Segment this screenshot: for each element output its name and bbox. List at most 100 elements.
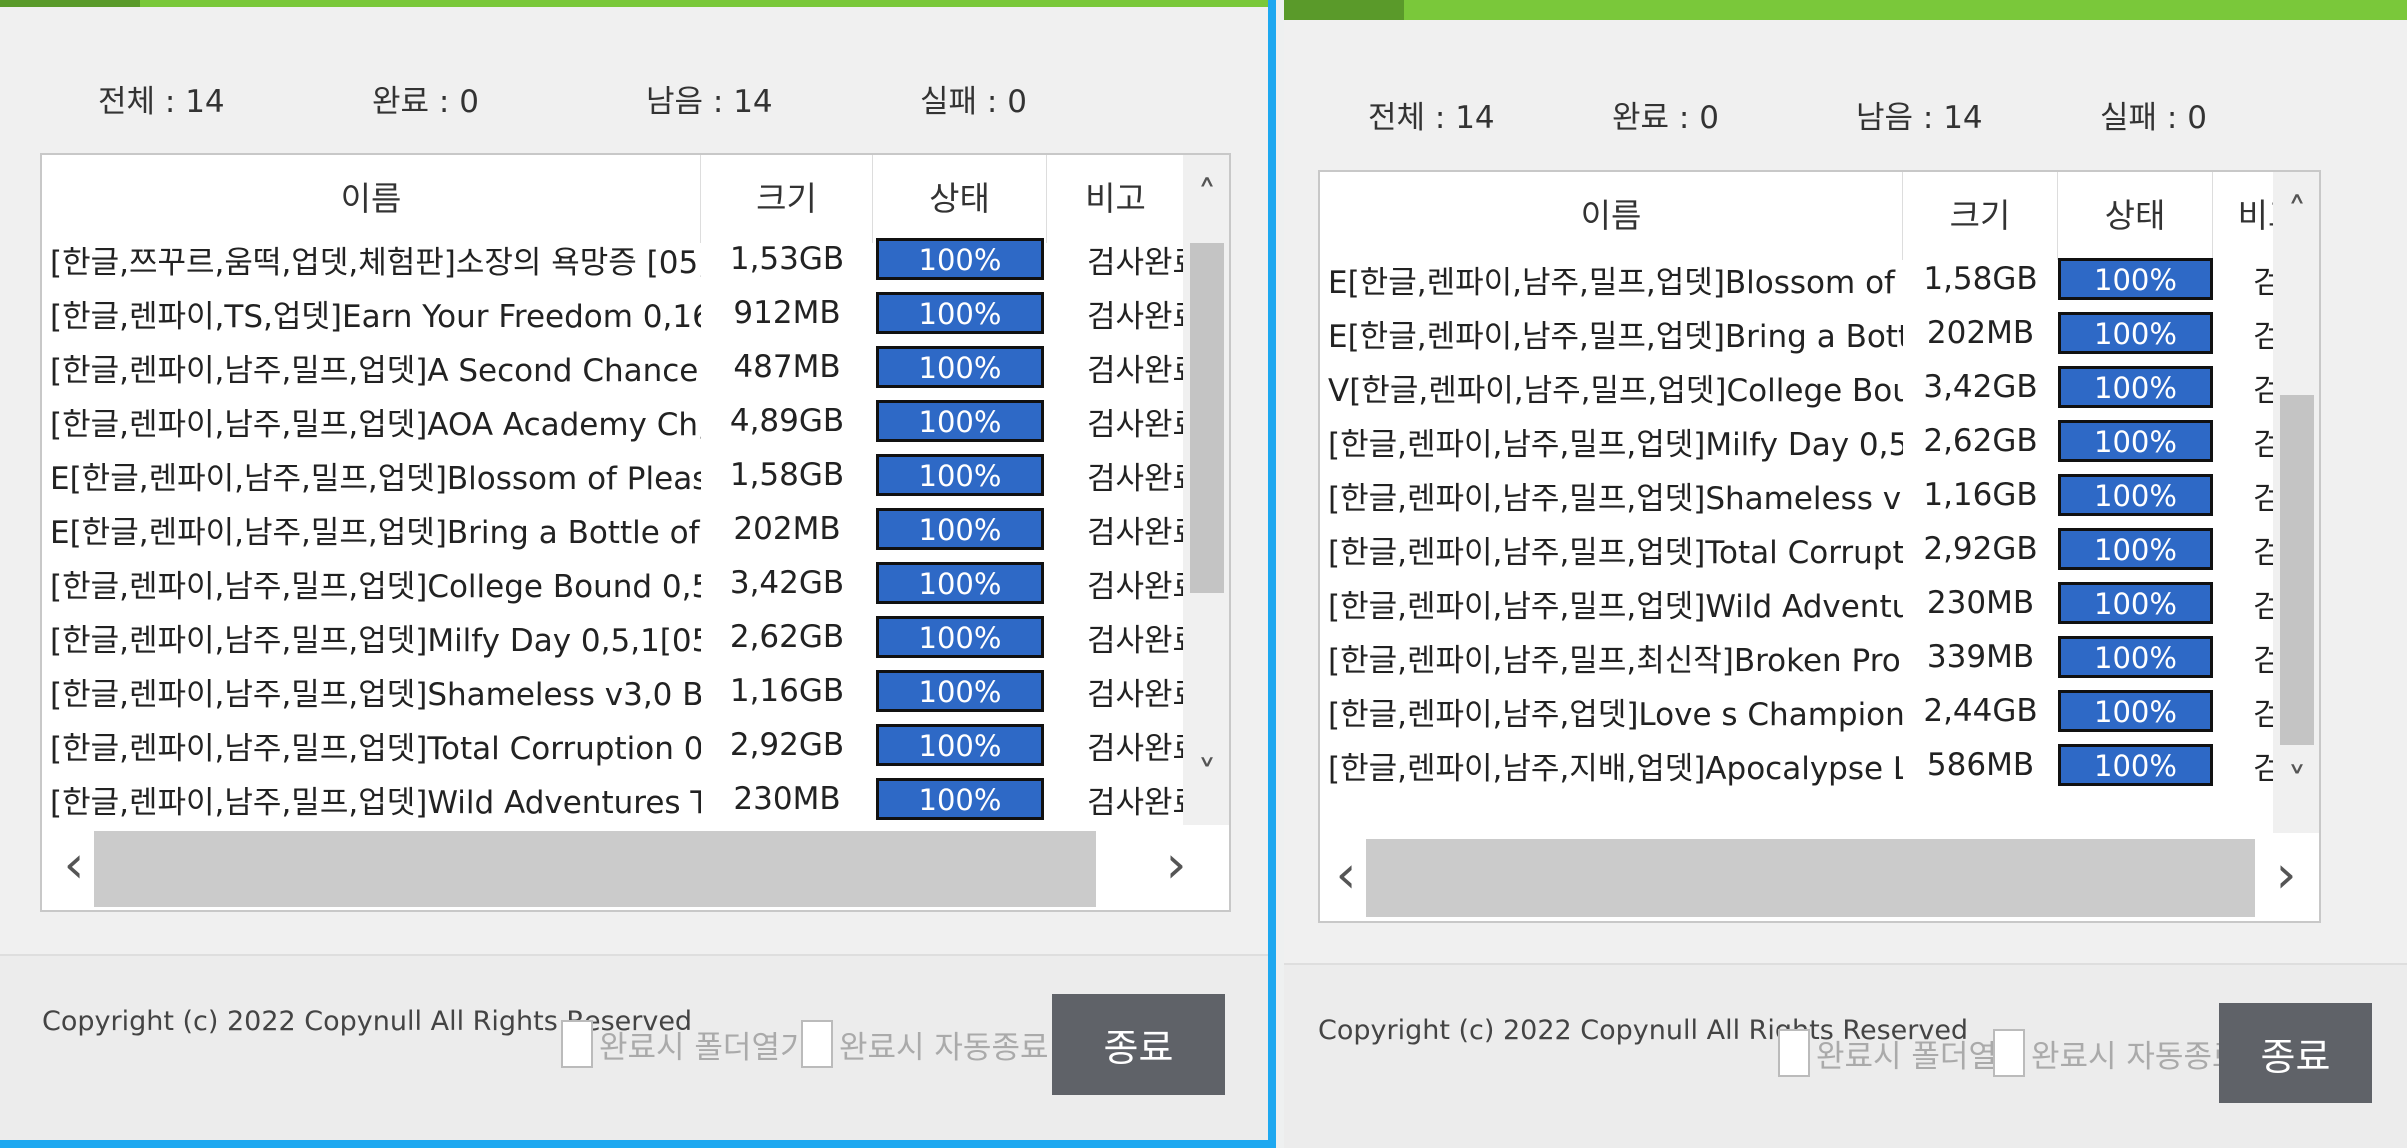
cell-name: [한글,렌파이,남주,밀프,업뎃]Total Corruption 0,12[0… xyxy=(50,730,701,767)
table-row[interactable]: [한글,렌파이,남주,밀프,업뎃]Wild Adventures The Seq… xyxy=(42,772,1184,826)
table-row[interactable]: [한글,렌파이,남주,밀프,업뎃]A Second Chance 0,3[05,… xyxy=(42,340,1184,394)
table-row[interactable]: E[한글,렌파이,남주,밀프,업뎃]Bring a Bottle of Wine… xyxy=(1320,306,2319,360)
cell-name: E[한글,렌파이,남주,밀프,업뎃]Blossom of Pleasure 0,… xyxy=(50,460,701,497)
cell-status: 100% xyxy=(2058,312,2213,354)
cell-status: 100% xyxy=(873,346,1047,388)
horizontal-scrollbar[interactable]: ‹ › xyxy=(1320,833,2319,921)
cell-size: 3,42GB xyxy=(729,565,845,601)
cell-size: 3,42GB xyxy=(1923,369,2038,405)
cell-note: 검사완료 xyxy=(1087,676,1184,713)
checkbox-box[interactable] xyxy=(1778,1029,1810,1077)
vertical-scrollbar[interactable]: ˄ ˅ xyxy=(1183,155,1229,825)
table-row[interactable]: E[한글,렌파이,남주,밀프,업뎃]Blossom of Pleasure 0,… xyxy=(42,448,1184,502)
scroll-left-icon[interactable]: ‹ xyxy=(50,835,98,895)
table-row[interactable]: V[한글,렌파이,남주,밀프,업뎃]College Bound 0,5,14[0… xyxy=(1320,360,2319,414)
cell-size: 2,62GB xyxy=(729,619,845,655)
col-status-header[interactable]: 상태 xyxy=(2058,172,2213,260)
title-bar[interactable] xyxy=(1284,0,2407,20)
scroll-down-icon[interactable]: ˅ xyxy=(2273,760,2319,804)
table-row[interactable]: [한글,쯔꾸르,움떡,업뎃,체험판]소장의 욕망증 [05,16],zip,ez… xyxy=(42,232,1184,286)
progress-bar: 100% xyxy=(876,616,1044,658)
checkbox-box[interactable] xyxy=(561,1020,593,1068)
auto-exit-checkbox[interactable]: 완료시 자동종료 xyxy=(1993,1029,2241,1077)
rows: E[한글,렌파이,남주,밀프,업뎃]Blossom of Pleasure 0,… xyxy=(1320,252,2319,792)
open-folder-checkbox[interactable]: 완료시 폴더열기 xyxy=(1778,1029,2026,1077)
vertical-scroll-thumb[interactable] xyxy=(1190,243,1224,593)
table-row[interactable]: [한글,렌파이,남주,밀프,업뎃]Milfy Day 0,5,1[05,16][… xyxy=(42,610,1184,664)
col-status-header[interactable]: 상태 xyxy=(873,155,1047,243)
exit-button[interactable]: 종료 xyxy=(1052,994,1225,1095)
progress-bar: 100% xyxy=(876,238,1044,280)
horizontal-scroll-thumb[interactable] xyxy=(94,831,1096,907)
cell-size: 202MB xyxy=(733,511,841,547)
stat-failed: 실패 : 0 xyxy=(2100,100,2207,136)
vertical-scrollbar[interactable]: ˄ ˅ xyxy=(2273,172,2319,833)
cell-status: 100% xyxy=(2058,366,2213,408)
col-name-header[interactable]: 이름 xyxy=(42,155,701,243)
table-row[interactable]: [한글,렌파이,남주,밀프,업뎃]Shameless v3,0 Beta 2[0… xyxy=(1320,468,2319,522)
left-window: 전체 : 14 완료 : 0 남음 : 14 실패 : 0 이름 크기 상태 비… xyxy=(0,0,1276,1148)
cell-status: 100% xyxy=(2058,474,2213,516)
exit-button[interactable]: 종료 xyxy=(2219,1003,2372,1103)
cell-note: 검사완료 xyxy=(1087,244,1184,281)
title-bar[interactable] xyxy=(0,0,1268,7)
scroll-right-icon[interactable]: › xyxy=(1152,835,1200,895)
auto-exit-checkbox[interactable]: 완료시 자동종료 xyxy=(801,1020,1049,1068)
rows: [한글,쯔꾸르,움떡,업뎃,체험판]소장의 욕망증 [05,16],zip,ez… xyxy=(42,232,1184,826)
scroll-left-icon[interactable]: ‹ xyxy=(1322,845,1370,905)
scroll-right-icon[interactable]: › xyxy=(2262,845,2310,905)
table-row[interactable]: [한글,렌파이,남주,밀프,업뎃]Total Corruption 0,12[0… xyxy=(42,718,1184,772)
cell-name: [한글,렌파이,남주,밀프,업뎃]Total Corruption 0,12[0… xyxy=(1328,534,1903,571)
scroll-up-icon[interactable]: ˄ xyxy=(2273,190,2319,234)
progress-bar: 100% xyxy=(876,778,1044,820)
cell-name: E[한글,렌파이,남주,밀프,업뎃]Bring a Bottle of Wine… xyxy=(50,514,701,551)
checkbox-box[interactable] xyxy=(801,1020,833,1068)
table-row[interactable]: [한글,렌파이,남주,밀프,업뎃]Milfy Day 0,5,1[05,16][… xyxy=(1320,414,2319,468)
table-row[interactable]: [한글,렌파이,남주,밀프,업뎃]College Bound 0,5,14[05… xyxy=(42,556,1184,610)
progress-bar: 100% xyxy=(876,562,1044,604)
cell-size: 487MB xyxy=(733,349,841,385)
cell-size: 2,44GB xyxy=(1923,693,2038,729)
table-row[interactable]: [한글,렌파이,남주,업뎃]Love s Champion 0,3,0[05,1… xyxy=(1320,684,2319,738)
right-window: 전체 : 14 완료 : 0 남음 : 14 실패 : 0 이름 크기 상태 비… xyxy=(1284,0,2407,1148)
scroll-up-icon[interactable]: ˄ xyxy=(1183,173,1229,217)
cell-status: 100% xyxy=(2058,258,2213,300)
table-row[interactable]: [한글,렌파이,남주,밀프,업뎃]Shameless v3,0 Beta 2[0… xyxy=(42,664,1184,718)
table-row[interactable]: [한글,렌파이,TS,업뎃]Earn Your Freedom 0,16[05,… xyxy=(42,286,1184,340)
scroll-down-icon[interactable]: ˅ xyxy=(1183,753,1229,797)
progress-bar: 100% xyxy=(2058,636,2213,678)
cell-name: [한글,렌파이,남주,밀프,업뎃]Shameless v3,0 Beta 2[0… xyxy=(50,676,701,713)
table-row[interactable]: [한글,렌파이,남주,지배,업뎃]Apocalypse Lovers Ep,1 … xyxy=(1320,738,2319,792)
table-row[interactable]: E[한글,렌파이,남주,밀프,업뎃]Bring a Bottle of Wine… xyxy=(42,502,1184,556)
cell-name: [한글,렌파이,TS,업뎃]Earn Your Freedom 0,16[05,… xyxy=(50,298,701,335)
cell-size: 2,92GB xyxy=(729,727,845,763)
cell-name: [한글,렌파이,남주,지배,업뎃]Apocalypse Lovers Ep,1 … xyxy=(1328,750,1903,787)
progress-bar: 100% xyxy=(876,724,1044,766)
col-size-header[interactable]: 크기 xyxy=(1903,172,2058,260)
table-row[interactable]: [한글,렌파이,남주,밀프,업뎃]Wild Adventures The Seq… xyxy=(1320,576,2319,630)
table-row[interactable]: E[한글,렌파이,남주,밀프,업뎃]Blossom of Pleasure 0,… xyxy=(1320,252,2319,306)
progress-bar: 100% xyxy=(876,400,1044,442)
cell-name: [한글,쯔꾸르,움떡,업뎃,체험판]소장의 욕망증 [05,16],zip,ez… xyxy=(50,244,701,281)
open-folder-checkbox[interactable]: 완료시 폴더열기 xyxy=(561,1020,809,1068)
col-size-header[interactable]: 크기 xyxy=(701,155,873,243)
horizontal-scroll-thumb[interactable] xyxy=(1366,839,2255,917)
list-header: 이름 크기 상태 비고 xyxy=(42,155,1184,243)
col-name-header[interactable]: 이름 xyxy=(1320,172,1903,260)
stat-total: 전체 : 14 xyxy=(1368,100,1495,136)
table-row[interactable]: [한글,렌파이,남주,밀프,업뎃]Total Corruption 0,12[0… xyxy=(1320,522,2319,576)
table-row[interactable]: [한글,렌파이,남주,밀프,업뎃]AOA Academy Ch,5Gold [0… xyxy=(42,394,1184,448)
checkbox-box[interactable] xyxy=(1993,1029,2025,1077)
vertical-scroll-thumb[interactable] xyxy=(2280,395,2314,745)
stat-done: 완료 : 0 xyxy=(1612,100,1719,136)
horizontal-scrollbar[interactable]: ‹ › xyxy=(42,825,1229,910)
cell-name: [한글,렌파이,남주,밀프,업뎃]Wild Adventures The Seq… xyxy=(50,784,701,821)
col-note-header[interactable]: 비고 xyxy=(1047,155,1184,243)
progress-bar: 100% xyxy=(2058,366,2213,408)
progress-bar: 100% xyxy=(2058,582,2213,624)
progress-bar: 100% xyxy=(876,454,1044,496)
cell-size: 4,89GB xyxy=(729,403,845,439)
table-row[interactable]: [한글,렌파이,남주,밀프,최신작]Broken Promises Ch,1 R… xyxy=(1320,630,2319,684)
cell-name: E[한글,렌파이,남주,밀프,업뎃]Blossom of Pleasure 0,… xyxy=(1328,264,1903,301)
cell-name: [한글,렌파이,남주,밀프,업뎃]AOA Academy Ch,5Gold [0… xyxy=(50,406,701,443)
